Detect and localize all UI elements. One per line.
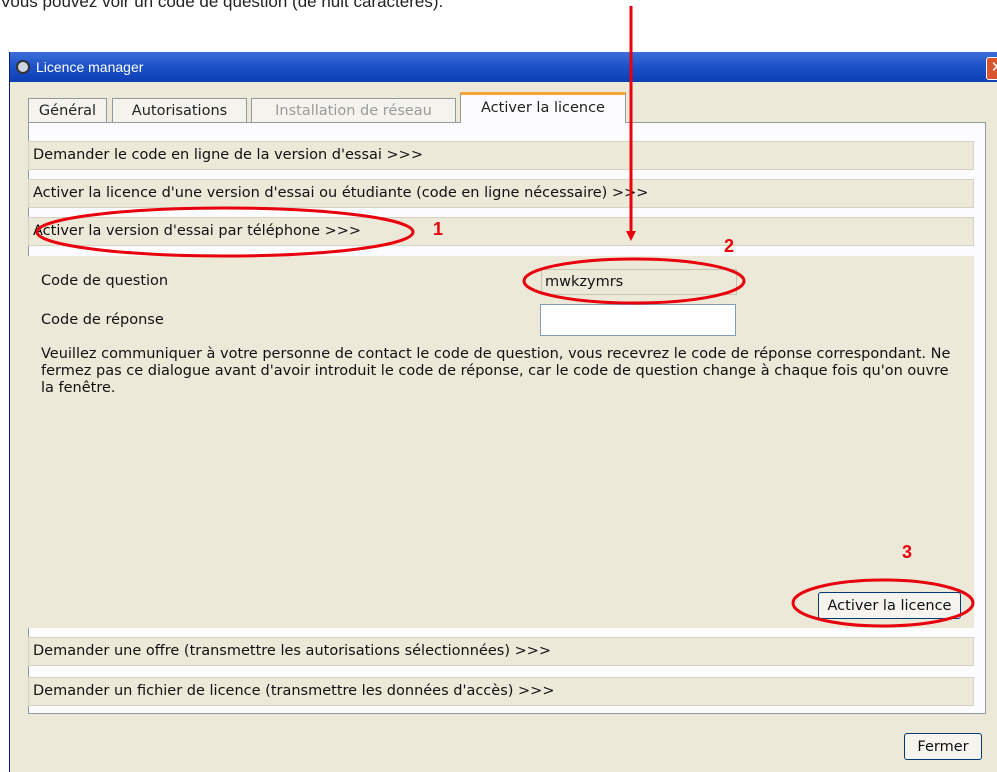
callout-circle-2 xyxy=(522,257,746,305)
annotation-number-2: 2 xyxy=(724,236,735,256)
tab-activer-licence[interactable]: Activer la licence xyxy=(460,92,626,123)
callout-circle-1 xyxy=(35,206,415,258)
annotation-number-3: 3 xyxy=(902,542,913,562)
annotation-number-1: 1 xyxy=(433,219,444,239)
callout-circle-3 xyxy=(791,578,975,628)
